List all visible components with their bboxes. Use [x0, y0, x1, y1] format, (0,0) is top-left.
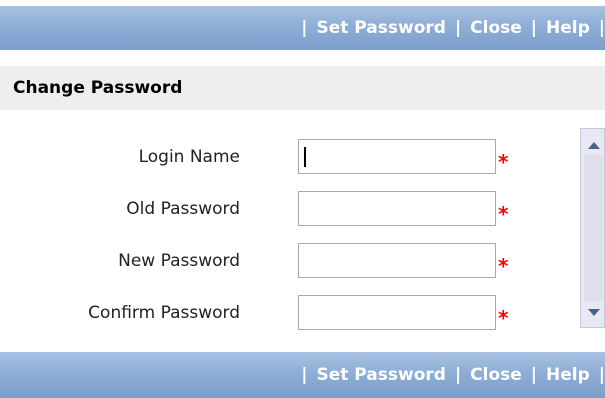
confirm-password-row: Confirm Password *	[0, 295, 560, 335]
scroll-up-arrow-icon[interactable]	[588, 142, 600, 149]
required-asterisk: *	[498, 202, 509, 226]
confirm-password-label: Confirm Password	[88, 303, 240, 323]
help-link[interactable]: Help	[546, 18, 590, 38]
new-password-input[interactable]	[298, 243, 496, 278]
new-password-label: New Password	[118, 251, 240, 271]
close-link[interactable]: Close	[470, 365, 522, 385]
toolbar-separator: |	[530, 365, 538, 385]
confirm-password-input[interactable]	[298, 295, 496, 330]
scrollbar-track[interactable]	[584, 155, 603, 301]
required-asterisk: *	[498, 150, 509, 174]
bottom-action-bar: | Set Password | Close | Help |	[0, 352, 605, 398]
required-asterisk: *	[498, 306, 509, 330]
toolbar-separator: |	[301, 18, 308, 38]
vertical-scrollbar[interactable]	[580, 128, 605, 328]
change-password-window: | Set Password | Close | Help | Change P…	[0, 0, 605, 398]
required-asterisk: *	[498, 254, 509, 278]
section-header: Change Password	[0, 66, 605, 110]
text-cursor	[304, 147, 306, 167]
toolbar-separator: |	[454, 18, 462, 38]
toolbar-separator: |	[598, 18, 605, 38]
close-link[interactable]: Close	[470, 18, 522, 38]
new-password-row: New Password *	[0, 243, 560, 283]
old-password-row: Old Password *	[0, 191, 560, 231]
section-title: Change Password	[13, 78, 183, 98]
old-password-input[interactable]	[298, 191, 496, 226]
set-password-link[interactable]: Set Password	[316, 18, 445, 38]
old-password-label: Old Password	[126, 199, 240, 219]
login-name-input[interactable]	[298, 139, 496, 174]
top-action-bar: | Set Password | Close | Help |	[0, 6, 605, 50]
toolbar-separator: |	[598, 365, 605, 385]
toolbar-separator: |	[454, 365, 462, 385]
login-name-row: Login Name *	[0, 139, 560, 179]
help-link[interactable]: Help	[546, 365, 590, 385]
toolbar-separator: |	[530, 18, 538, 38]
toolbar-separator: |	[301, 365, 308, 385]
scroll-down-arrow-icon[interactable]	[588, 309, 600, 316]
login-name-label: Login Name	[138, 147, 240, 167]
set-password-link[interactable]: Set Password	[316, 365, 445, 385]
